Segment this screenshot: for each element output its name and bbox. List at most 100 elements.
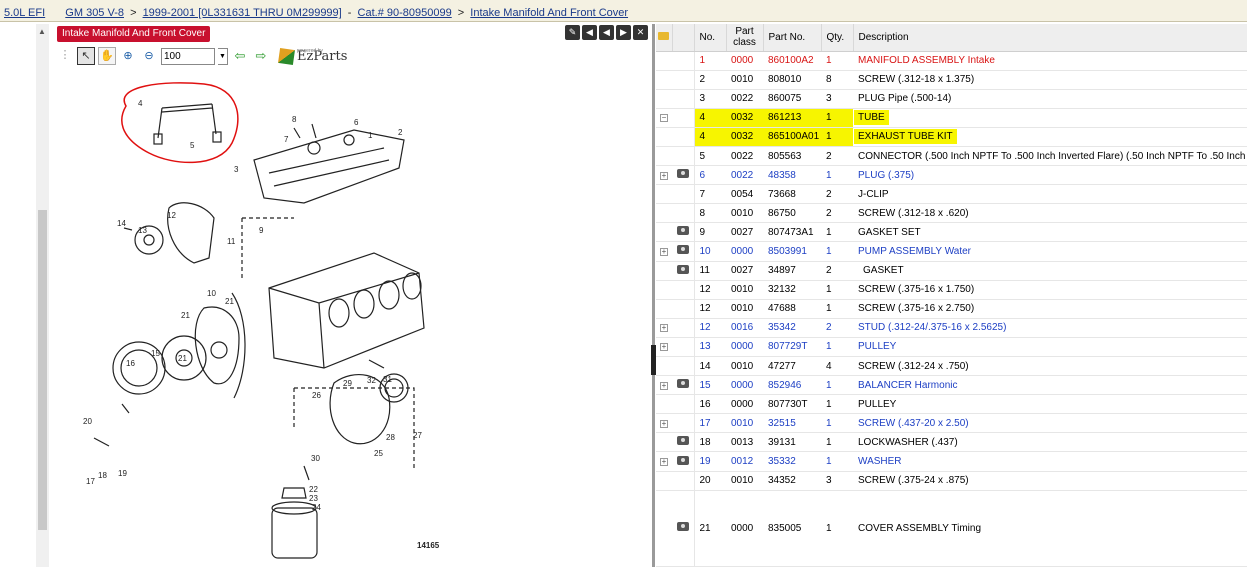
cell-part-no[interactable]: 860100A2 [763, 51, 821, 71]
breadcrumb-link-model[interactable]: GM 305 V-8 [65, 7, 124, 19]
table-row[interactable]: +17 0010 32515 1 SCREW (.437-20 x 2.50) [656, 413, 1247, 434]
cell-description[interactable]: LOCKWASHER (.437) [853, 432, 1247, 453]
cell-part-no[interactable]: 865100A01 [763, 127, 821, 147]
cell-part-no[interactable]: 47277 [763, 356, 821, 377]
cell-part-no[interactable]: 807473A1 [763, 222, 821, 243]
cell-description[interactable]: SCREW (.312-24 x .750) [853, 356, 1247, 377]
table-row[interactable]: 8 0010 86750 2 SCREW (.312-18 x .620) [656, 203, 1247, 224]
breadcrumb-link-catalog[interactable]: Cat.# 90-80950099 [358, 7, 452, 19]
cell-part-no[interactable]: 34352 [763, 471, 821, 491]
cell-description[interactable]: J-CLIP [853, 184, 1247, 205]
zoom-in-icon[interactable]: ⊕ [119, 47, 137, 65]
cell-part-no[interactable]: 32515 [763, 413, 821, 434]
table-row[interactable]: 3 0022 860075 3 PLUG Pipe (.500-14) [656, 89, 1247, 109]
table-row[interactable]: +19 0012 35332 1 WASHER [656, 451, 1247, 472]
cell-description[interactable]: WASHER [853, 451, 1247, 472]
next-page-icon[interactable]: ▶ [616, 25, 631, 40]
cell-description[interactable]: COVER ASSEMBLY Timing [853, 490, 1247, 567]
breadcrumb-link-engine[interactable]: 5.0L EFI [4, 7, 45, 19]
cell-description[interactable]: PLUG Pipe (.500-14) [853, 89, 1247, 109]
cell-part-no[interactable]: 835005 [763, 490, 821, 567]
header-description[interactable]: Description [853, 24, 1247, 52]
table-row[interactable]: +12 0016 35342 2 STUD (.312-24/.375-16 x 2.5… [656, 318, 1247, 338]
close-icon[interactable]: ✕ [633, 25, 648, 40]
table-row[interactable]: 1 0000 860100A2 1 MANIFOLD ASSEMBLY Intake [656, 51, 1247, 71]
camera-icon[interactable] [676, 169, 689, 179]
cell-part-no[interactable]: 73668 [763, 184, 821, 205]
table-row[interactable]: 14 0010 47277 4 SCREW (.312-24 x .750) [656, 356, 1247, 377]
expand-toggle-icon[interactable]: + [660, 458, 668, 467]
camera-icon[interactable] [676, 455, 689, 465]
table-row[interactable]: 7 0054 73668 2 J-CLIP [656, 184, 1247, 205]
header-no[interactable]: No. [694, 24, 727, 52]
exploded-parts-diagram[interactable]: 4 5 8 7 6 1 2 3 9 12 14 13 11 10 21 21 1… [54, 68, 652, 567]
cell-description[interactable]: SCREW (.312-18 x 1.375) [853, 70, 1247, 90]
cell-description[interactable]: SCREW (.375-24 x .875) [853, 471, 1247, 491]
breadcrumb-link-current[interactable]: Intake Manifold And Front Cover [470, 7, 628, 19]
expand-toggle-icon[interactable]: + [660, 171, 668, 180]
scroll-up-icon[interactable]: ▲ [38, 27, 46, 36]
panel-splitter[interactable] [652, 24, 655, 567]
cell-part-no[interactable]: 860075 [763, 89, 821, 109]
table-row[interactable]: 12 0010 32132 1 SCREW (.375-16 x 1.750) [656, 280, 1247, 300]
cell-part-no[interactable]: 47688 [763, 299, 821, 319]
expand-toggle-icon[interactable]: + [660, 247, 668, 256]
breadcrumb-link-serial-range[interactable]: 1999-2001 [0L331631 THRU 0M299999] [143, 7, 342, 19]
table-row[interactable]: +15 0000 852946 1 BALANCER Harmonic [656, 375, 1247, 396]
cell-description[interactable]: PULLEY [853, 337, 1247, 358]
cell-part-no[interactable]: 34897 [763, 261, 821, 281]
cell-part-no[interactable]: 35332 [763, 451, 821, 472]
cell-part-no[interactable]: 808010 [763, 70, 821, 90]
camera-icon[interactable] [676, 522, 689, 532]
cell-description[interactable]: SCREW (.312-18 x .620) [853, 203, 1247, 224]
camera-icon[interactable] [676, 436, 689, 446]
prev-page-icon[interactable]: ◀ [599, 25, 614, 40]
cell-part-no[interactable]: 35342 [763, 318, 821, 338]
cell-description[interactable]: MANIFOLD ASSEMBLY Intake [853, 51, 1247, 71]
cell-part-no[interactable]: 86750 [763, 203, 821, 224]
table-row[interactable]: 5 0022 805563 2 CONNECTOR (.500 Inch NPTF To… [656, 146, 1247, 167]
first-page-icon[interactable]: ◀ [582, 25, 597, 40]
cell-part-no[interactable]: 48358 [763, 165, 821, 186]
cell-description[interactable]: SCREW (.375-16 x 2.750) [853, 299, 1247, 319]
cell-part-no[interactable]: 8503991 [763, 241, 821, 262]
header-part-no[interactable]: Part No. [763, 24, 822, 52]
table-row[interactable]: 9 0027 807473A1 1 GASKET SET [656, 222, 1247, 243]
left-scrollbar[interactable]: ▲ [36, 24, 49, 567]
cell-description[interactable]: GASKET [853, 261, 1247, 281]
zoom-input[interactable] [161, 47, 215, 65]
header-qty[interactable]: Qty. [821, 24, 854, 52]
table-row[interactable]: 16 0000 807730T 1 PULLEY [656, 394, 1247, 415]
cell-description[interactable]: PUMP ASSEMBLY Water [853, 241, 1247, 262]
cell-description[interactable]: TUBE [853, 108, 1247, 128]
camera-icon[interactable] [676, 226, 689, 236]
arrow-right-icon[interactable]: ⇨ [252, 47, 270, 65]
cell-part-no[interactable]: 852946 [763, 375, 821, 396]
pan-hand-icon[interactable]: ✋ [98, 47, 116, 65]
table-row[interactable]: +10 0000 8503991 1 PUMP ASSEMBLY Water [656, 241, 1247, 262]
cell-description[interactable]: SCREW (.437-20 x 2.50) [853, 413, 1247, 434]
header-part-class[interactable]: Part class [726, 24, 764, 52]
table-row[interactable]: 21 0000 835005 1 COVER ASSEMBLY Timing [656, 490, 1247, 567]
pin-icon[interactable]: ✎ [565, 25, 580, 40]
expand-toggle-icon[interactable]: + [660, 381, 668, 390]
expand-toggle-icon[interactable]: − [660, 114, 668, 123]
cell-description[interactable]: CONNECTOR (.500 Inch NPTF To .500 Inch I… [853, 146, 1247, 167]
cell-description[interactable]: BALANCER Harmonic [853, 375, 1247, 396]
zoom-dropdown-icon[interactable]: ▼ [218, 47, 228, 65]
cell-description[interactable]: SCREW (.375-16 x 1.750) [853, 280, 1247, 300]
cell-description[interactable]: STUD (.312-24/.375-16 x 2.5625) [853, 318, 1247, 338]
table-row[interactable]: − 4 0032 861213 1 TUBE [656, 108, 1247, 128]
table-row[interactable]: +6 0022 48358 1 PLUG (.375) [656, 165, 1247, 186]
table-row[interactable]: 11 0027 34897 2 GASKET [656, 261, 1247, 281]
arrow-left-icon[interactable]: ⇦ [231, 47, 249, 65]
camera-icon[interactable] [676, 264, 689, 274]
cell-part-no[interactable]: 32132 [763, 280, 821, 300]
table-row[interactable]: 4 0032 865100A01 1 EXHAUST TUBE KIT [656, 127, 1247, 147]
zoom-out-icon[interactable]: ⊖ [140, 47, 158, 65]
table-row[interactable]: 18 0013 39131 1 LOCKWASHER (.437) [656, 432, 1247, 453]
cell-part-no[interactable]: 807730T [763, 394, 821, 415]
expand-toggle-icon[interactable]: + [660, 324, 668, 333]
expand-toggle-icon[interactable]: + [660, 419, 668, 428]
camera-icon[interactable] [676, 245, 689, 255]
